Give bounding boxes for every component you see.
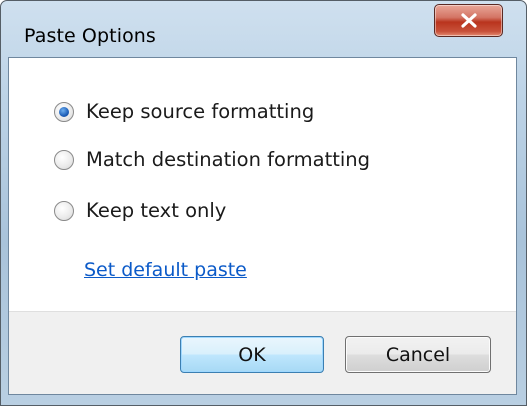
option-keep-source-formatting[interactable]: Keep source formatting <box>54 100 314 123</box>
set-default-paste-link[interactable]: Set default paste <box>84 259 247 281</box>
option-label: Keep text only <box>86 199 227 222</box>
option-keep-text-only[interactable]: Keep text only <box>54 199 226 222</box>
window-title: Paste Options <box>24 25 156 47</box>
close-button[interactable] <box>434 4 503 37</box>
cancel-button[interactable]: Cancel <box>345 336 491 373</box>
radio-button[interactable] <box>54 200 74 221</box>
radio-button-checked[interactable] <box>54 101 74 122</box>
radio-button[interactable] <box>54 149 74 170</box>
button-bar: OK Cancel <box>9 311 516 394</box>
close-icon <box>461 13 477 28</box>
option-label: Keep source formatting <box>86 100 315 123</box>
title-bar[interactable]: Paste Options <box>1 1 526 65</box>
option-match-destination-formatting[interactable]: Match destination formatting <box>54 148 370 171</box>
ok-button[interactable]: OK <box>180 336 324 373</box>
dialog-content: Keep source formatting Match destination… <box>8 57 517 395</box>
paste-options-dialog: Paste Options Keep source formatting Mat… <box>0 0 527 406</box>
option-label: Match destination formatting <box>86 148 371 171</box>
